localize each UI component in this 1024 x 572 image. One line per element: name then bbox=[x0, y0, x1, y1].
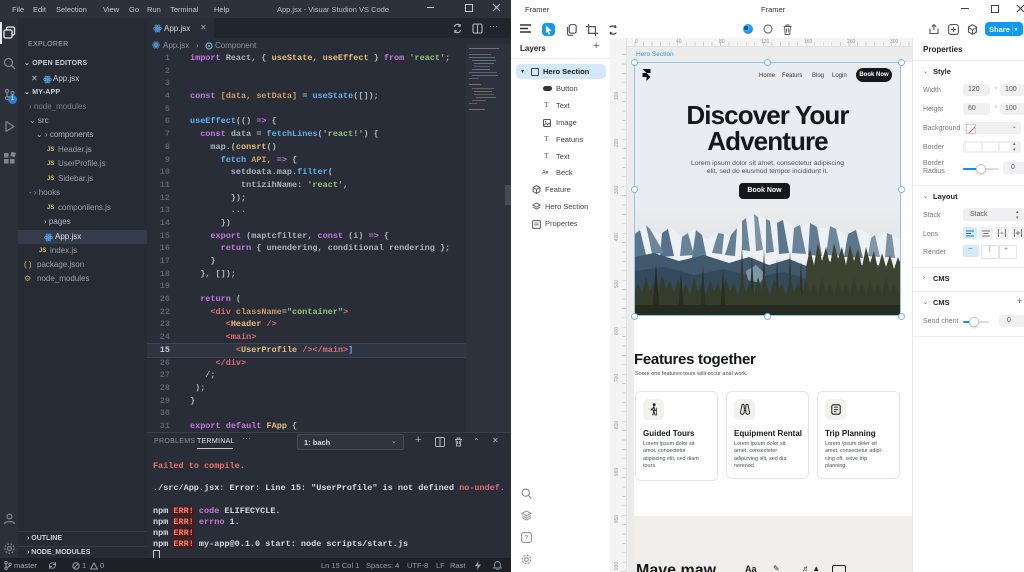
svg-text:?: ? bbox=[524, 535, 528, 542]
